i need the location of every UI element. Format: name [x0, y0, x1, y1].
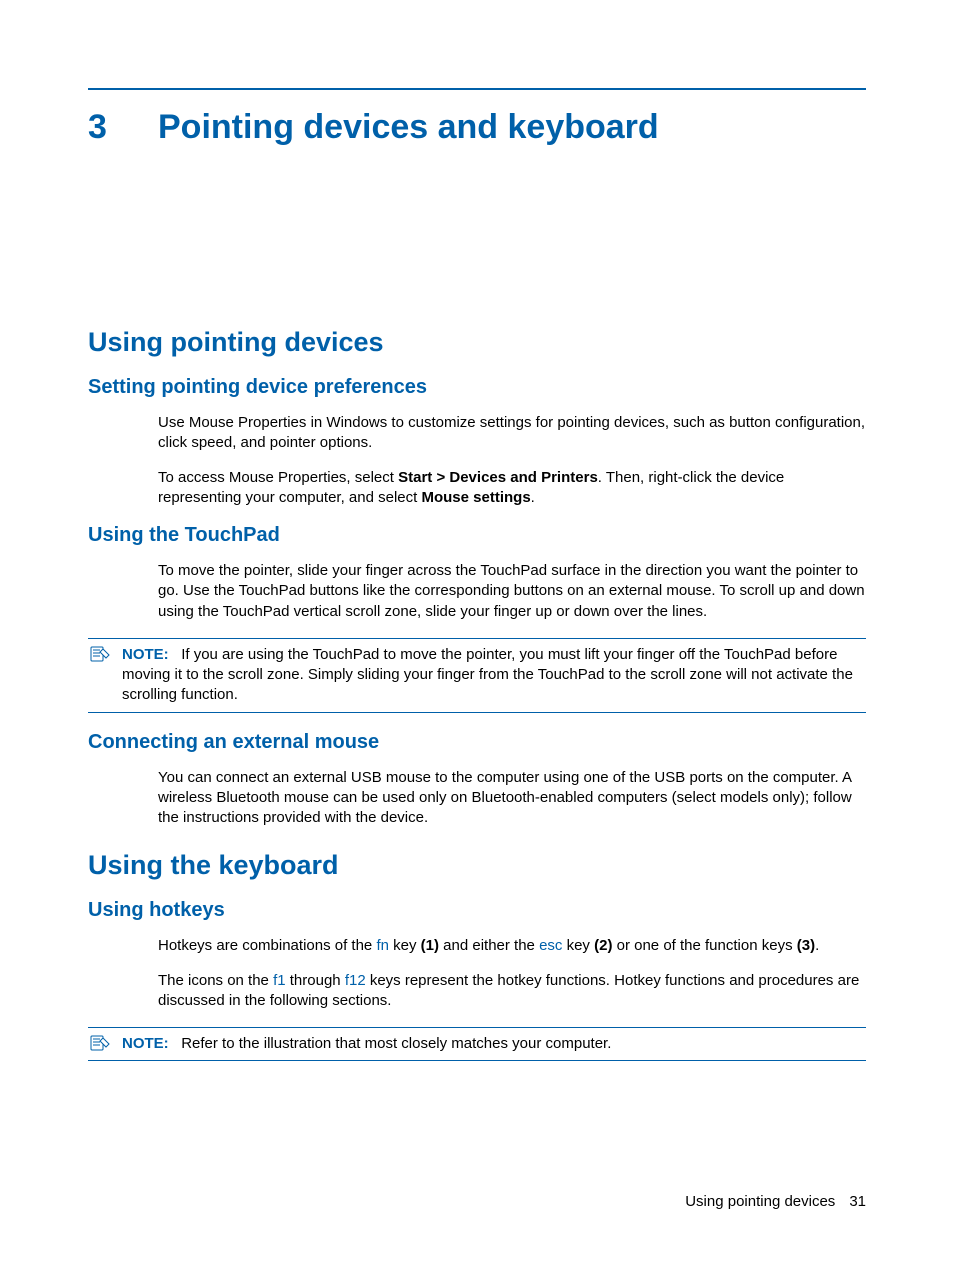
subsection-connecting-mouse: Connecting an external mouse	[88, 731, 866, 754]
paragraph: To move the pointer, slide your finger a…	[158, 561, 866, 622]
paragraph: You can connect an external USB mouse to…	[158, 768, 866, 829]
note-icon	[88, 645, 122, 706]
note-label: NOTE:	[122, 646, 169, 663]
note-text: NOTE: Refer to the illustration that mos…	[122, 1034, 866, 1054]
footer-section: Using pointing devices	[685, 1193, 835, 1210]
note-box: NOTE: Refer to the illustration that mos…	[88, 1027, 866, 1061]
note-icon	[88, 1034, 122, 1054]
subsection-using-hotkeys: Using hotkeys	[88, 899, 866, 922]
paragraph: The icons on the f1 through f12 keys rep…	[158, 971, 866, 1012]
note-label: NOTE:	[122, 1035, 169, 1052]
chapter-number: 3	[88, 108, 158, 147]
paragraph: Hotkeys are combinations of the fn key (…	[158, 936, 866, 956]
paragraph: To access Mouse Properties, select Start…	[158, 468, 866, 509]
section-using-keyboard: Using the keyboard	[88, 850, 866, 881]
chapter-heading: 3 Pointing devices and keyboard	[88, 108, 866, 147]
note-box: NOTE: If you are using the TouchPad to m…	[88, 638, 866, 713]
subsection-setting-preferences: Setting pointing device preferences	[88, 376, 866, 399]
body-text: To move the pointer, slide your finger a…	[158, 561, 866, 622]
note-text: NOTE: If you are using the TouchPad to m…	[122, 645, 866, 706]
page-footer: Using pointing devices 31	[685, 1193, 866, 1210]
page-number: 31	[849, 1193, 866, 1210]
paragraph: Use Mouse Properties in Windows to custo…	[158, 413, 866, 454]
chapter-title: Pointing devices and keyboard	[158, 108, 659, 147]
body-text: Use Mouse Properties in Windows to custo…	[158, 413, 866, 508]
top-rule	[88, 88, 866, 90]
body-text: Hotkeys are combinations of the fn key (…	[158, 936, 866, 1011]
subsection-using-touchpad: Using the TouchPad	[88, 524, 866, 547]
body-text: You can connect an external USB mouse to…	[158, 768, 866, 829]
section-using-pointing-devices: Using pointing devices	[88, 327, 866, 358]
